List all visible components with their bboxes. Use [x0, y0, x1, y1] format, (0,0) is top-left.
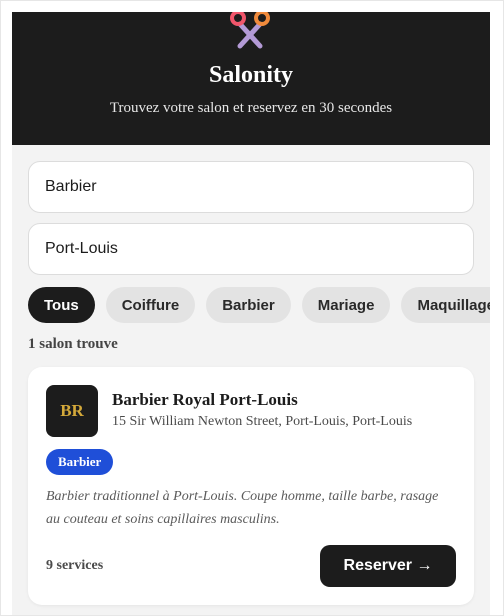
salon-address: 15 Sir William Newton Street, Port-Louis… [112, 414, 413, 429]
result-count: 1 salon trouve [28, 336, 118, 352]
app-header: Salonity Trouvez votre salon et reservez… [12, 12, 490, 145]
chip-tous[interactable]: Tous [28, 287, 95, 323]
category-badge: Barbier [46, 449, 114, 475]
reserve-button[interactable]: Reserver → [320, 545, 456, 587]
chip-maquillage[interactable]: Maquillage [401, 287, 490, 323]
chip-mariage[interactable]: Mariage [301, 287, 391, 323]
scissors-icon [230, 12, 270, 49]
category-filter-chips: Tous Coiffure Barbier Mariage Maquillage [28, 287, 490, 323]
salon-card[interactable]: BR Barbier Royal Port-Louis 15 Sir Willi… [28, 367, 474, 605]
salon-avatar: BR [46, 385, 98, 437]
app-frame: Salonity Trouvez votre salon et reservez… [12, 12, 490, 616]
chip-coiffure[interactable]: Coiffure [105, 287, 196, 323]
app-subtitle: Trouvez votre salon et reservez en 30 se… [109, 100, 393, 116]
salon-description: Barbier traditionnel à Port-Louis. Coupe… [46, 489, 439, 527]
app-title: Salonity [208, 62, 294, 88]
salon-name: Barbier Royal Port-Louis [112, 390, 298, 409]
location-input[interactable] [28, 223, 474, 275]
chip-barbier[interactable]: Barbier [206, 287, 291, 323]
services-count: 9 services [46, 558, 104, 573]
search-input[interactable] [28, 161, 474, 213]
